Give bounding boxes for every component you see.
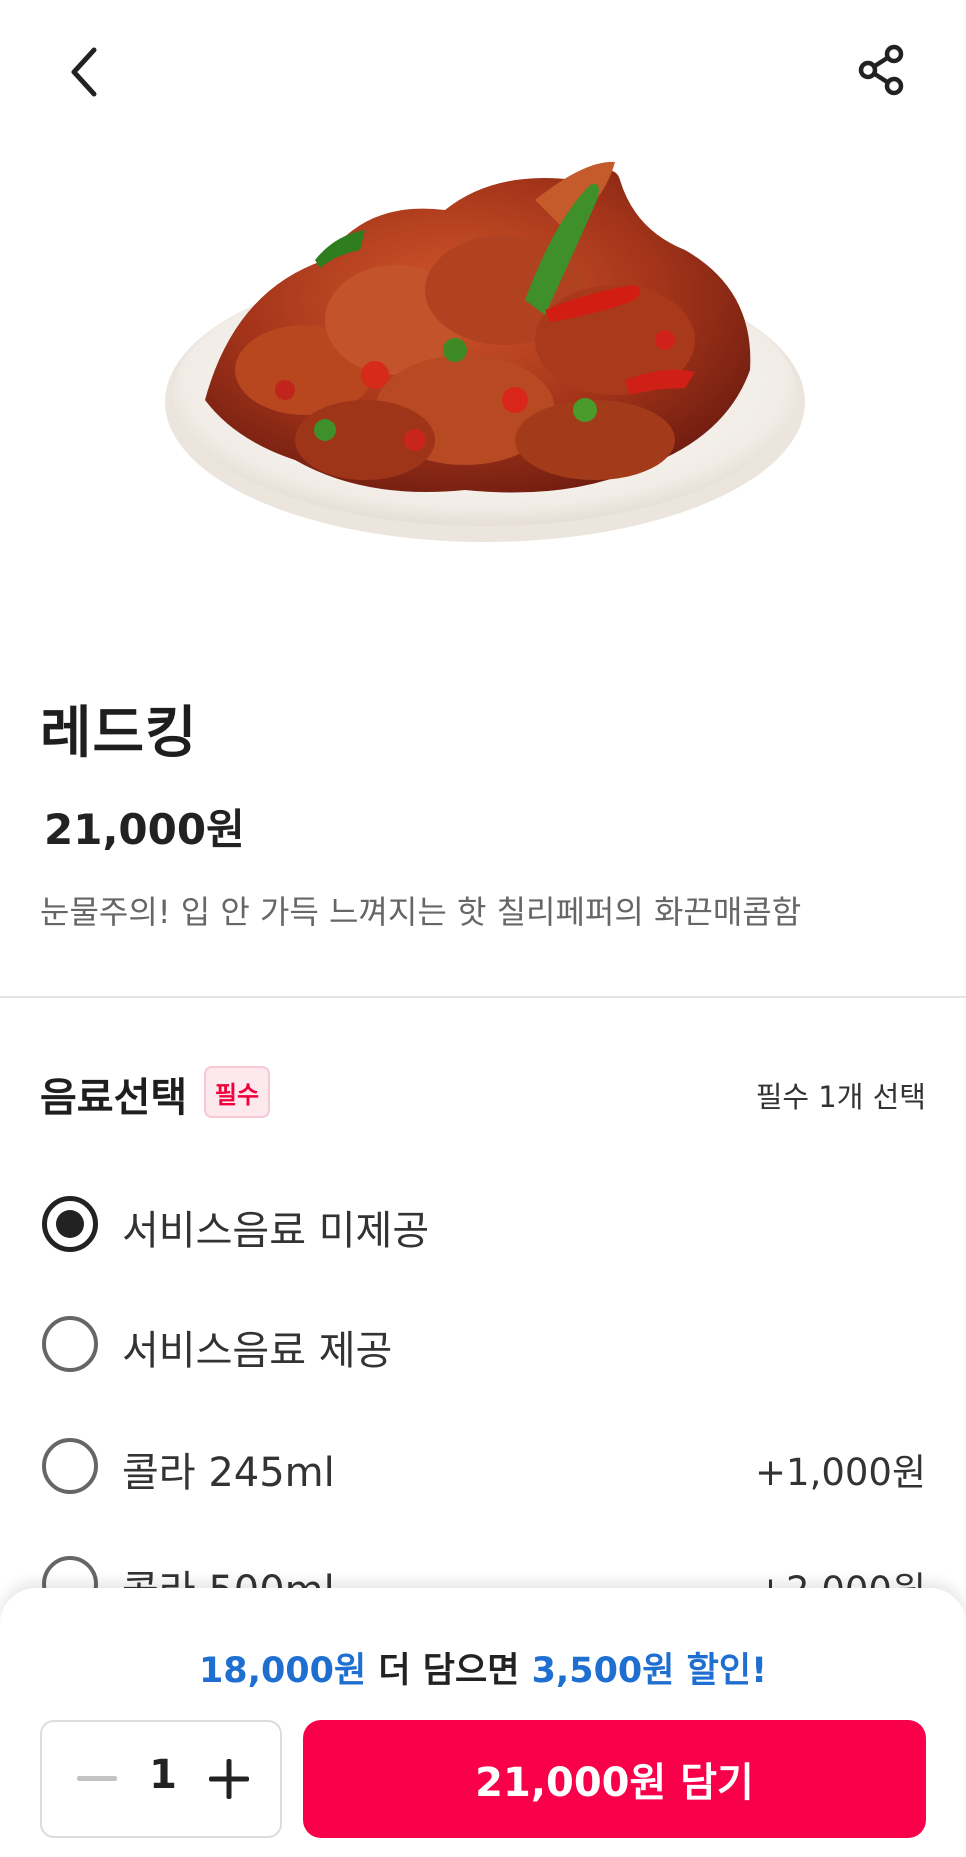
quantity-value: 1 bbox=[149, 1752, 177, 1798]
share-button[interactable] bbox=[850, 38, 914, 102]
promo-middle: 더 담으면 bbox=[366, 1651, 532, 1691]
required-badge: 필수 bbox=[204, 1066, 270, 1118]
decrease-quantity-button[interactable] bbox=[62, 1744, 132, 1814]
option-label: 콜라 245ml bbox=[122, 1450, 335, 1496]
increase-quantity-button[interactable] bbox=[194, 1744, 264, 1814]
chevron-left-icon bbox=[71, 47, 97, 97]
add-to-cart-button[interactable]: 21,000원 담기 bbox=[303, 1720, 926, 1838]
minus-icon bbox=[77, 1776, 117, 1781]
promo-discount: 3,500원 할인! bbox=[531, 1651, 768, 1691]
section-divider bbox=[0, 996, 966, 998]
radio-unselected[interactable] bbox=[42, 1438, 98, 1494]
promo-amount: 18,000원 bbox=[198, 1651, 367, 1691]
bottom-cart-sheet: 18,000원 더 담으면 3,500원 할인! 1 21,000원 담기 bbox=[0, 1588, 966, 1857]
option-row[interactable]: 서비스음료 미제공 bbox=[0, 1168, 966, 1278]
product-name: 레드킹 bbox=[40, 701, 198, 766]
radio-selected[interactable] bbox=[42, 1196, 98, 1252]
option-price: +1,000원 bbox=[755, 1451, 926, 1494]
option-rule-text: 필수 1개 선택 bbox=[755, 1080, 926, 1114]
option-label: 서비스음료 제공 bbox=[122, 1328, 393, 1374]
top-bar bbox=[0, 0, 966, 140]
plus-icon bbox=[209, 1759, 249, 1799]
quantity-stepper: 1 bbox=[40, 1720, 282, 1838]
back-button[interactable] bbox=[52, 40, 116, 104]
product-price: 21,000원 bbox=[44, 805, 245, 854]
option-row[interactable]: 서비스음료 제공 bbox=[0, 1288, 966, 1398]
product-description: 눈물주의! 입 안 가득 느껴지는 핫 칠리페퍼의 화끈매콤함 bbox=[40, 893, 802, 931]
option-group-title: 음료선택 bbox=[40, 1075, 188, 1121]
option-label: 서비스음료 미제공 bbox=[122, 1208, 430, 1254]
discount-promo-text: 18,000원 더 담으면 3,500원 할인! bbox=[0, 1642, 966, 1693]
share-icon bbox=[858, 44, 904, 96]
radio-unselected[interactable] bbox=[42, 1316, 98, 1372]
option-row[interactable]: 콜라 245ml +1,000원 bbox=[0, 1410, 966, 1520]
product-image bbox=[165, 140, 805, 560]
